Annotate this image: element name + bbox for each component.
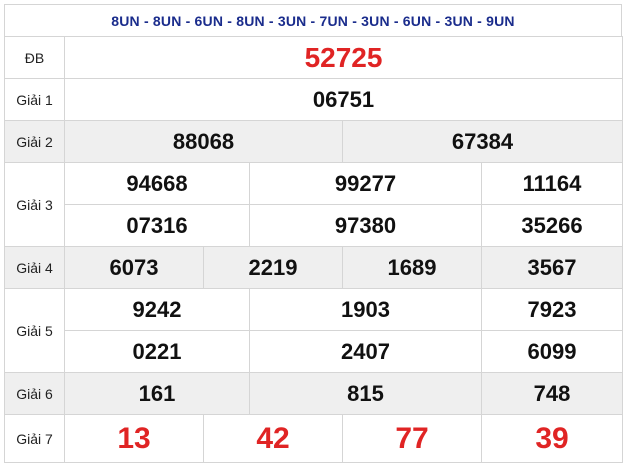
prize-number: 99277 (249, 162, 482, 205)
station-codes-header: 8UN - 8UN - 6UN - 8UN - 3UN - 7UN - 3UN … (4, 4, 622, 36)
prize-label: Giải 1 (4, 78, 65, 121)
prize-number: 39 (480, 414, 624, 463)
prize-label: Giải 4 (4, 246, 65, 289)
prize-number: 42 (203, 414, 343, 463)
prize-label: Giải 7 (4, 414, 65, 463)
row-prize-6: Giải 6 161 815 748 (4, 372, 624, 415)
prize-number: 94668 (64, 162, 250, 205)
row-prize-7: Giải 7 13 42 77 39 (4, 414, 624, 463)
prize-number: 1903 (249, 288, 482, 331)
prize-number: 6073 (64, 246, 204, 289)
prize-number: 9242 (64, 288, 250, 331)
row-prize-1: Giải 1 06751 (4, 78, 624, 121)
prize-label: Giải 2 (4, 120, 65, 163)
prize-label: Giải 6 (4, 372, 65, 415)
row-special-prize: ĐB 52725 (4, 36, 624, 79)
prize-number: 0221 (64, 330, 250, 373)
prize-number: 2407 (249, 330, 482, 373)
prize-number: 7923 (480, 288, 624, 331)
prize-number: 35266 (480, 204, 624, 247)
prize-number: 6099 (480, 330, 624, 373)
prize-number: 2219 (203, 246, 343, 289)
prize-number: 1689 (342, 246, 482, 289)
row-prize-2: Giải 2 88068 67384 (4, 120, 624, 163)
prize-label: Giải 5 (4, 288, 65, 373)
row-prize-3a: Giải 3 94668 99277 11164 (4, 162, 624, 247)
prize-number: 06751 (63, 78, 624, 121)
row-prize-5b: 0221 2407 6099 (5, 330, 624, 373)
row-prize-5a: Giải 5 9242 1903 7923 (4, 288, 624, 373)
prize-number: 11164 (480, 162, 624, 205)
row-prize-3b: 07316 97380 35266 (5, 204, 624, 247)
prize-label: Giải 3 (4, 162, 65, 247)
special-prize-number: 52725 (63, 36, 624, 79)
prize-number: 815 (249, 372, 482, 415)
prize-number: 07316 (64, 204, 250, 247)
prize-number: 77 (342, 414, 482, 463)
results-table: ĐB 52725 Giải 1 06751 Giải 2 88068 67384… (4, 36, 624, 463)
prize-label: ĐB (4, 36, 65, 79)
prize-number: 97380 (249, 204, 482, 247)
prize-number: 161 (64, 372, 250, 415)
row-prize-4: Giải 4 6073 2219 1689 3567 (4, 246, 624, 289)
prize-number: 13 (64, 414, 204, 463)
prize-number: 88068 (64, 120, 343, 163)
prize-number: 67384 (341, 120, 624, 163)
prize-number: 748 (480, 372, 624, 415)
prize-number: 3567 (480, 246, 624, 289)
lottery-results: 8UN - 8UN - 6UN - 8UN - 3UN - 7UN - 3UN … (0, 0, 627, 472)
